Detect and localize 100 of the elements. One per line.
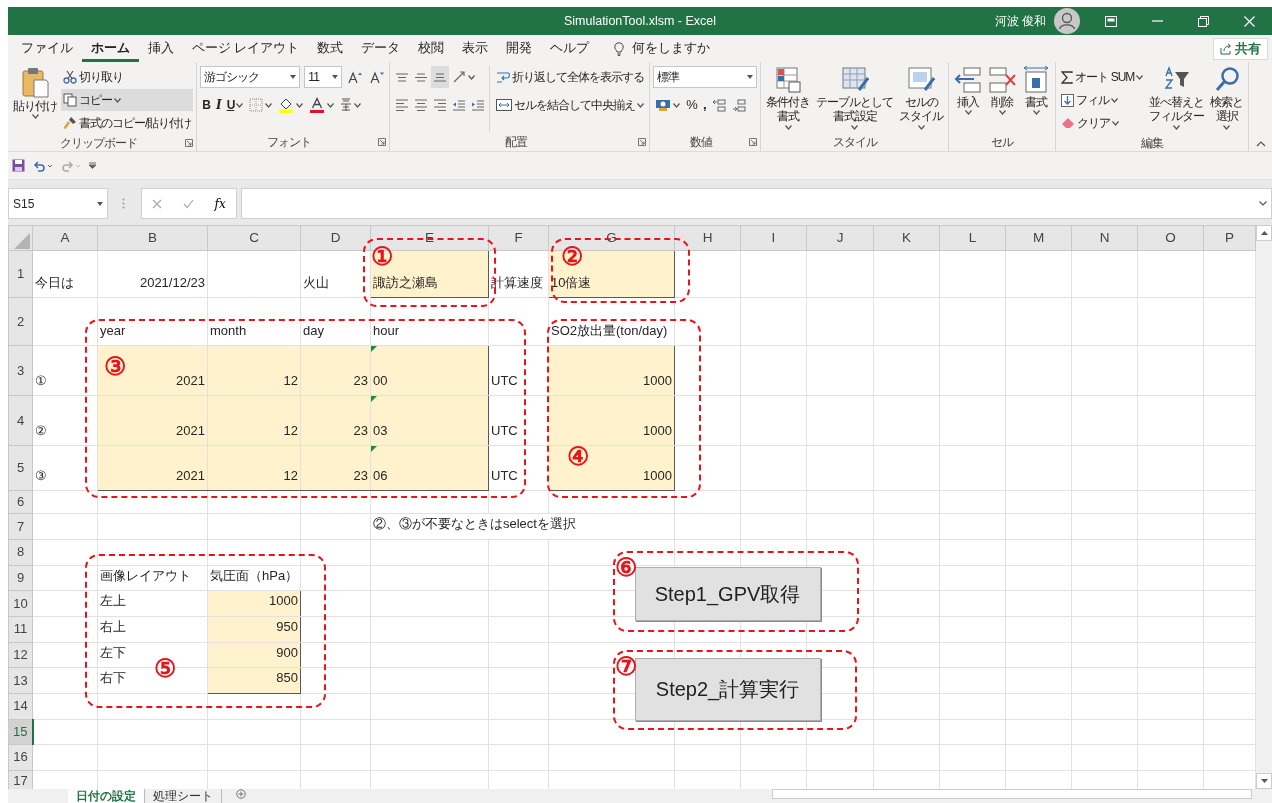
dropdown-arrow-icon (332, 75, 339, 79)
copy-button[interactable]: コピー (61, 89, 194, 111)
number-format-field[interactable]: 標準 (653, 66, 758, 88)
row-header[interactable]: 2 (8, 297, 33, 346)
column-header[interactable]: N (1071, 225, 1138, 251)
column-header[interactable]: O (1137, 225, 1204, 251)
editing-button[interactable]: 検索と 選択 (1208, 66, 1246, 134)
sheet-tab[interactable]: 処理シート (145, 789, 222, 803)
cells-button[interactable]: 挿入 (952, 66, 985, 132)
clear-button[interactable]: クリア (1059, 112, 1146, 134)
ribbon-tab[interactable]: ファイル (12, 35, 82, 62)
name-box[interactable]: S15 (8, 188, 108, 219)
column-header[interactable]: M (1005, 225, 1072, 251)
wrap-text-button[interactable]: 折り返して全体を表示する (494, 66, 647, 88)
confirm-icon[interactable] (182, 198, 194, 209)
insert-function-button[interactable]: fx (214, 194, 226, 213)
bottom-align-button[interactable] (431, 66, 450, 88)
formula-input[interactable] (241, 188, 1272, 219)
customize-toolbar-icon[interactable] (89, 162, 96, 169)
cell-text: 画像レイアウト (100, 567, 191, 583)
cells-button[interactable]: 削除 (986, 66, 1019, 132)
column-header[interactable]: H (674, 225, 741, 251)
column-header[interactable]: A (32, 225, 98, 251)
row-header[interactable]: 14 (8, 693, 33, 719)
ribbon-tab[interactable]: データ (352, 35, 410, 62)
column-header[interactable]: I (740, 225, 807, 251)
column-header[interactable]: C (207, 225, 301, 251)
row-header[interactable]: 7 (8, 513, 33, 539)
dialog-launcher-icon[interactable] (638, 137, 647, 146)
save-icon[interactable] (12, 159, 25, 172)
column-header[interactable]: L (939, 225, 1006, 251)
ribbon-tab[interactable]: 表示 (453, 35, 498, 62)
row-header[interactable]: 8 (8, 539, 33, 565)
cell-text: ③ (35, 467, 47, 483)
font-size-field[interactable]: 11 (304, 66, 343, 88)
dialog-launcher-icon[interactable] (749, 137, 758, 146)
editing-button[interactable]: 並べ替えと フィルター (1147, 66, 1207, 134)
caret-icon (1223, 124, 1231, 130)
ribbon-tab[interactable]: ページ レイアウト (183, 35, 309, 62)
dialog-launcher-icon[interactable] (185, 139, 194, 147)
scroll-down-icon (1260, 779, 1268, 783)
bottom-align-icon (433, 72, 448, 82)
row-header[interactable]: 4 (8, 395, 33, 446)
dialog-launcher-icon[interactable] (378, 137, 387, 146)
add-sheet-icon[interactable] (236, 789, 246, 799)
styles-button[interactable]: 条件付き 書式 (764, 66, 813, 132)
scroll-up-button[interactable] (1256, 225, 1272, 241)
underline-button[interactable]: U (224, 94, 246, 116)
column-header[interactable]: F (488, 225, 549, 251)
column-header[interactable]: J (806, 225, 874, 251)
ribbon-tab[interactable]: ヘルプ (541, 35, 599, 62)
callout-number: ④ (566, 443, 589, 469)
row-header[interactable]: 6 (8, 490, 33, 514)
column-header[interactable]: P (1203, 225, 1256, 251)
row-header[interactable]: 12 (8, 642, 33, 668)
column-header[interactable]: D (300, 225, 371, 251)
cancel-icon[interactable] (152, 198, 163, 209)
scroll-down-button[interactable] (1256, 773, 1272, 789)
row-header[interactable]: 16 (8, 744, 33, 770)
format-painter-button[interactable]: 書式のコピー/貼り付け (61, 112, 194, 134)
redo-icon[interactable] (61, 159, 81, 172)
undo-icon[interactable] (33, 159, 53, 172)
row-header[interactable]: 10 (8, 590, 33, 616)
cells-button[interactable]: 書式 (1020, 66, 1053, 132)
bold-button[interactable]: B (200, 94, 212, 116)
sheet-tab[interactable]: 日付の設定 (68, 789, 145, 803)
paste-button[interactable]: 貼り付け (11, 66, 59, 134)
autosum-button[interactable]: オート SUM (1059, 66, 1146, 88)
ribbon-tab[interactable]: 挿入 (139, 35, 183, 62)
caret-icon (236, 102, 244, 108)
sum-icon (1061, 70, 1074, 84)
row-header[interactable]: 1 (8, 250, 33, 298)
percent-button[interactable]: % (684, 94, 699, 116)
column-header[interactable]: B (97, 225, 208, 251)
tell-me-search[interactable]: 何をしますか (632, 39, 711, 58)
font-name-field[interactable]: 游ゴシック (200, 66, 301, 88)
collapse-ribbon-icon[interactable] (1256, 141, 1266, 147)
italic-button[interactable]: I (214, 94, 223, 116)
ribbon-tab[interactable]: 校閲 (409, 35, 454, 62)
expand-formula-icon[interactable] (1259, 201, 1267, 206)
ribbon-tab[interactable]: 数式 (308, 35, 353, 62)
styles-button[interactable]: テーブルとして 書式設定 (814, 66, 896, 132)
share-button[interactable]: 共有 (1213, 38, 1268, 60)
row-header[interactable]: 5 (8, 445, 33, 491)
fill-color-icon (278, 97, 295, 113)
cell-text: 23 (353, 467, 368, 483)
horizontal-scrollbar[interactable] (772, 789, 1252, 799)
styles-button[interactable]: セルの スタイル (897, 66, 946, 132)
cut-button[interactable]: 切り取り (61, 66, 194, 88)
comma-button[interactable]: , (700, 94, 708, 116)
row-header[interactable]: 9 (8, 565, 33, 591)
column-header[interactable]: K (873, 225, 940, 251)
cell-text: 右下 (100, 670, 126, 685)
row-header[interactable]: 11 (8, 616, 33, 642)
ribbon-tab[interactable]: 開発 (497, 35, 542, 62)
fill-button[interactable]: フィル (1059, 89, 1146, 111)
row-header[interactable]: 3 (8, 345, 33, 396)
row-header[interactable]: 13 (8, 667, 33, 693)
row-header[interactable]: 15 (8, 719, 33, 744)
merge-center-button[interactable]: セルを結合して中央揃え (494, 94, 647, 116)
